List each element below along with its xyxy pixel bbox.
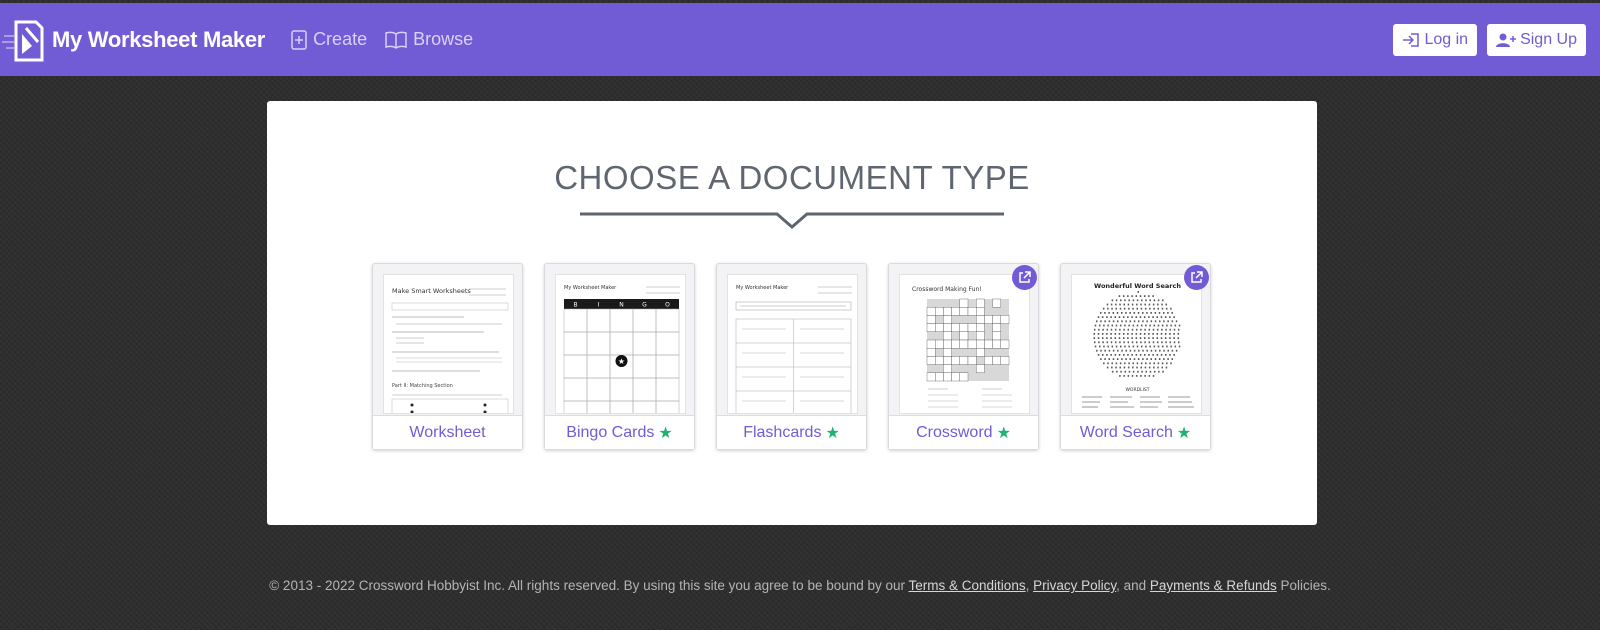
word-search-preview-drawing: Wonderful Word Search WORDLIST	[1082, 282, 1194, 408]
title-underline-divider	[580, 212, 1004, 229]
worksheet-logo-icon	[2, 20, 44, 61]
nav-browse-link[interactable]: Browse	[385, 29, 473, 50]
external-link-icon[interactable]	[1184, 265, 1209, 290]
payments-link[interactable]: Payments & Refunds	[1150, 578, 1277, 593]
signup-label: Sign Up	[1520, 31, 1577, 48]
sign-in-icon	[1403, 33, 1420, 47]
premium-star-icon: ★	[996, 424, 1011, 442]
flashcards-thumb-title: My Worksheet Maker	[736, 285, 789, 291]
svg-text:★: ★	[618, 357, 625, 366]
card-bingo-cards-title: Bingo Cards	[566, 423, 655, 441]
flashcards-preview-drawing: My Worksheet Maker	[735, 285, 852, 413]
nav-browse-label: Browse	[413, 29, 474, 49]
top-navbar: My Worksheet Maker Create Browse Log in …	[0, 3, 1600, 76]
brand-name: My Worksheet Maker	[52, 26, 266, 52]
open-book-icon	[385, 31, 407, 49]
login-label: Log in	[1424, 31, 1469, 48]
card-crossword[interactable]: Crossword Making Fun! Crossword ★	[888, 263, 1039, 450]
main-nav: Create Browse	[291, 29, 491, 50]
footer-sep-2: , and	[1116, 578, 1150, 593]
bingo-thumb-title: My Worksheet Maker	[564, 285, 617, 291]
card-word-search-label: Word Search ★	[1061, 415, 1210, 449]
bingo-preview-image: My Worksheet Maker B I N G O ★	[555, 274, 686, 414]
card-flashcards-title: Flashcards	[743, 423, 822, 441]
word-search-preview-image: Wonderful Word Search WORDLIST	[1071, 274, 1202, 414]
bingo-header-letter: N	[619, 302, 624, 309]
premium-star-icon: ★	[1176, 424, 1192, 442]
worksheet-thumb-title: Make Smart Worksheets	[392, 287, 471, 295]
card-worksheet-title: Worksheet	[409, 423, 486, 441]
bingo-header-letter: I	[598, 302, 600, 309]
card-word-search-title: Word Search	[1079, 423, 1173, 441]
terms-link[interactable]: Terms & Conditions	[909, 578, 1026, 593]
crossword-preview-image: Crossword Making Fun!	[899, 274, 1030, 414]
signup-button[interactable]: Sign Up	[1487, 24, 1586, 56]
footer-sep-1: ,	[1025, 578, 1034, 593]
worksheet-preview-drawing: Make Smart Worksheets Part II: Matching …	[391, 287, 509, 413]
card-bingo-cards-label: Bingo Cards ★	[545, 415, 694, 449]
nav-create-link[interactable]: Create	[291, 29, 367, 50]
footer: © 2013 - 2022 Crossword Hobbyist Inc. Al…	[0, 578, 1600, 593]
card-worksheet-label: Worksheet	[373, 415, 522, 449]
external-link-icon[interactable]	[1012, 265, 1037, 290]
document-type-panel: CHOOSE A DOCUMENT TYPE Make Smart Worksh…	[267, 101, 1317, 525]
premium-star-icon: ★	[825, 424, 840, 442]
card-word-search[interactable]: Wonderful Word Search WORDLIST Word Sear…	[1060, 263, 1211, 450]
plus-square-icon	[291, 29, 307, 50]
footer-policies: Policies.	[1276, 578, 1331, 593]
flashcards-preview-image: My Worksheet Maker	[727, 274, 858, 414]
bingo-preview-drawing: My Worksheet Maker B I N G O ★	[563, 285, 680, 413]
worksheet-preview-image: Make Smart Worksheets Part II: Matching …	[383, 274, 514, 414]
user-plus-icon	[1496, 33, 1517, 47]
document-type-cards: Make Smart Worksheets Part II: Matching …	[372, 263, 1211, 450]
card-flashcards-label: Flashcards ★	[717, 415, 866, 449]
worksheet-thumb-section: Part II: Matching Section	[392, 383, 453, 389]
bingo-header-letter: B	[573, 302, 577, 309]
card-flashcards[interactable]: My Worksheet Maker Flashcards ★	[716, 263, 867, 450]
bingo-header-letter: G	[642, 302, 647, 309]
word-search-thumb-wordlist: WORDLIST	[1125, 387, 1149, 393]
auth-buttons: Log in Sign Up	[1383, 24, 1586, 56]
premium-star-icon: ★	[658, 424, 673, 442]
brand-home-link[interactable]: My Worksheet Maker	[2, 3, 265, 76]
crossword-preview-drawing: Crossword Making Fun!	[912, 286, 1012, 408]
bingo-header-letter: O	[665, 302, 670, 309]
crossword-thumb-title: Crossword Making Fun!	[912, 286, 982, 293]
footer-copyright: © 2013 - 2022 Crossword Hobbyist Inc. Al…	[269, 578, 909, 593]
card-worksheet[interactable]: Make Smart Worksheets Part II: Matching …	[372, 263, 523, 450]
card-crossword-title: Crossword	[916, 423, 993, 441]
card-crossword-label: Crossword ★	[889, 415, 1038, 449]
privacy-link[interactable]: Privacy Policy	[1033, 578, 1116, 593]
nav-create-label: Create	[313, 29, 368, 49]
word-search-thumb-title: Wonderful Word Search	[1094, 282, 1181, 290]
page-title: CHOOSE A DOCUMENT TYPE	[554, 159, 1030, 196]
card-bingo-cards[interactable]: My Worksheet Maker B I N G O ★ Bingo Cards ★	[544, 263, 695, 450]
login-button[interactable]: Log in	[1393, 24, 1478, 56]
